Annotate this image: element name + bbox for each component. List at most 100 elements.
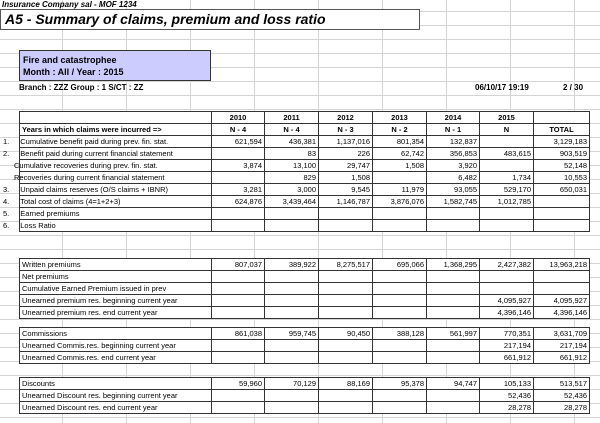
total-cell[interactable]: 513,517 [533, 377, 590, 390]
value-cell[interactable] [426, 219, 480, 232]
value-cell[interactable]: 3,281 [211, 183, 265, 196]
value-cell[interactable]: 529,170 [479, 183, 534, 196]
value-cell[interactable]: 226 [318, 147, 373, 160]
value-cell[interactable]: 90,450 [318, 327, 373, 340]
value-cell[interactable] [211, 270, 265, 283]
value-cell[interactable]: 624,876 [211, 195, 265, 208]
total-cell[interactable]: 3,631,709 [533, 327, 590, 340]
value-cell[interactable]: 83 [264, 147, 319, 160]
value-cell[interactable] [211, 306, 265, 319]
row-label[interactable]: Unearned premium res. beginning current … [19, 294, 212, 307]
value-cell[interactable]: 807,037 [211, 258, 265, 271]
row-label[interactable]: Recoveries during current financial stat… [14, 171, 212, 184]
value-cell[interactable]: 388,128 [372, 327, 427, 340]
total-cell[interactable] [533, 207, 590, 220]
year-cell[interactable]: 2012 [318, 111, 373, 124]
value-cell[interactable] [318, 339, 373, 352]
value-cell[interactable]: 105,133 [479, 377, 534, 390]
value-cell[interactable]: 3,920 [426, 159, 480, 172]
total-cell[interactable] [533, 195, 590, 208]
value-cell[interactable]: 3,000 [264, 183, 319, 196]
value-cell[interactable]: 483,615 [479, 147, 534, 160]
value-cell[interactable] [372, 219, 427, 232]
value-cell[interactable] [426, 389, 480, 402]
value-cell[interactable]: 829 [264, 171, 319, 184]
value-cell[interactable] [372, 270, 427, 283]
value-cell[interactable]: 59,960 [211, 377, 265, 390]
value-cell[interactable]: 217,194 [479, 339, 534, 352]
value-cell[interactable] [479, 219, 534, 232]
value-cell[interactable] [372, 306, 427, 319]
row-label[interactable]: Unearned Commis.res. beginning current y… [19, 339, 212, 352]
value-cell[interactable] [426, 351, 480, 364]
period-cell[interactable]: N - 2 [372, 123, 427, 136]
total-cell[interactable]: 13,963,218 [533, 258, 590, 271]
period-cell[interactable]: N - 1 [426, 123, 480, 136]
year-cell[interactable]: 2013 [372, 111, 427, 124]
period-cell[interactable]: N [479, 123, 534, 136]
row-label[interactable]: 1. Cumulative benefit paid during prev. f… [3, 135, 212, 148]
value-cell[interactable]: 132,837 [426, 135, 480, 148]
value-cell[interactable]: 9,545 [318, 183, 373, 196]
value-cell[interactable]: 95,378 [372, 377, 427, 390]
value-cell[interactable]: 2,427,382 [479, 258, 534, 271]
value-cell[interactable]: 661,912 [479, 351, 534, 364]
value-cell[interactable]: 13,100 [264, 159, 319, 172]
value-cell[interactable]: 11,979 [372, 183, 427, 196]
value-cell[interactable] [211, 171, 265, 184]
year-cell[interactable]: 2011 [264, 111, 319, 124]
value-cell[interactable] [264, 282, 319, 295]
value-cell[interactable] [318, 270, 373, 283]
value-cell[interactable]: 1,734 [479, 171, 534, 184]
value-cell[interactable]: 1,508 [372, 159, 427, 172]
total-cell[interactable]: 28,278 [533, 401, 590, 414]
value-cell[interactable] [264, 339, 319, 352]
value-cell[interactable]: 88,169 [318, 377, 373, 390]
value-cell[interactable]: 1,582,745 [426, 195, 480, 208]
value-cell[interactable] [318, 401, 373, 414]
row-label[interactable]: Unearned premium res. end current year [19, 306, 212, 319]
row-label[interactable]: Discounts [19, 377, 212, 390]
value-cell[interactable]: 6,482 [426, 171, 480, 184]
row-label[interactable]: Unearned Commis.res. end current year [19, 351, 212, 364]
value-cell[interactable]: 4,396,146 [479, 306, 534, 319]
value-cell[interactable] [211, 147, 265, 160]
value-cell[interactable] [426, 282, 480, 295]
value-cell[interactable]: 52,436 [479, 389, 534, 402]
value-cell[interactable] [318, 351, 373, 364]
value-cell[interactable] [479, 282, 534, 295]
value-cell[interactable] [318, 306, 373, 319]
value-cell[interactable]: 801,354 [372, 135, 427, 148]
total-cell[interactable] [533, 219, 590, 232]
value-cell[interactable]: 770,351 [479, 327, 534, 340]
value-cell[interactable]: 959,745 [264, 327, 319, 340]
value-cell[interactable]: 1,368,295 [426, 258, 480, 271]
value-cell[interactable] [479, 135, 534, 148]
row-label[interactable]: Commissions [19, 327, 212, 340]
total-header[interactable]: TOTAL [533, 123, 590, 136]
value-cell[interactable] [479, 270, 534, 283]
value-cell[interactable] [264, 389, 319, 402]
value-cell[interactable] [426, 401, 480, 414]
value-cell[interactable] [479, 207, 534, 220]
value-cell[interactable] [211, 401, 265, 414]
value-cell[interactable] [372, 401, 427, 414]
row-label[interactable]: Unearned Discount res. beginning current… [19, 389, 212, 402]
value-cell[interactable]: 3,876,076 [372, 195, 427, 208]
value-cell[interactable]: 3,874 [211, 159, 265, 172]
value-cell[interactable] [426, 339, 480, 352]
value-cell[interactable] [211, 207, 265, 220]
row-label[interactable]: Cumulative Earned Premium issued in prev [19, 282, 212, 295]
value-cell[interactable]: 94,747 [426, 377, 480, 390]
value-cell[interactable] [318, 219, 373, 232]
value-cell[interactable]: 356,853 [426, 147, 480, 160]
total-cell[interactable]: 4,095,927 [533, 294, 590, 307]
value-cell[interactable] [264, 401, 319, 414]
total-cell[interactable] [533, 270, 590, 283]
value-cell[interactable] [426, 270, 480, 283]
value-cell[interactable] [318, 389, 373, 402]
value-cell[interactable]: 1,508 [318, 171, 373, 184]
value-cell[interactable] [264, 351, 319, 364]
value-cell[interactable] [372, 339, 427, 352]
value-cell[interactable] [264, 219, 319, 232]
